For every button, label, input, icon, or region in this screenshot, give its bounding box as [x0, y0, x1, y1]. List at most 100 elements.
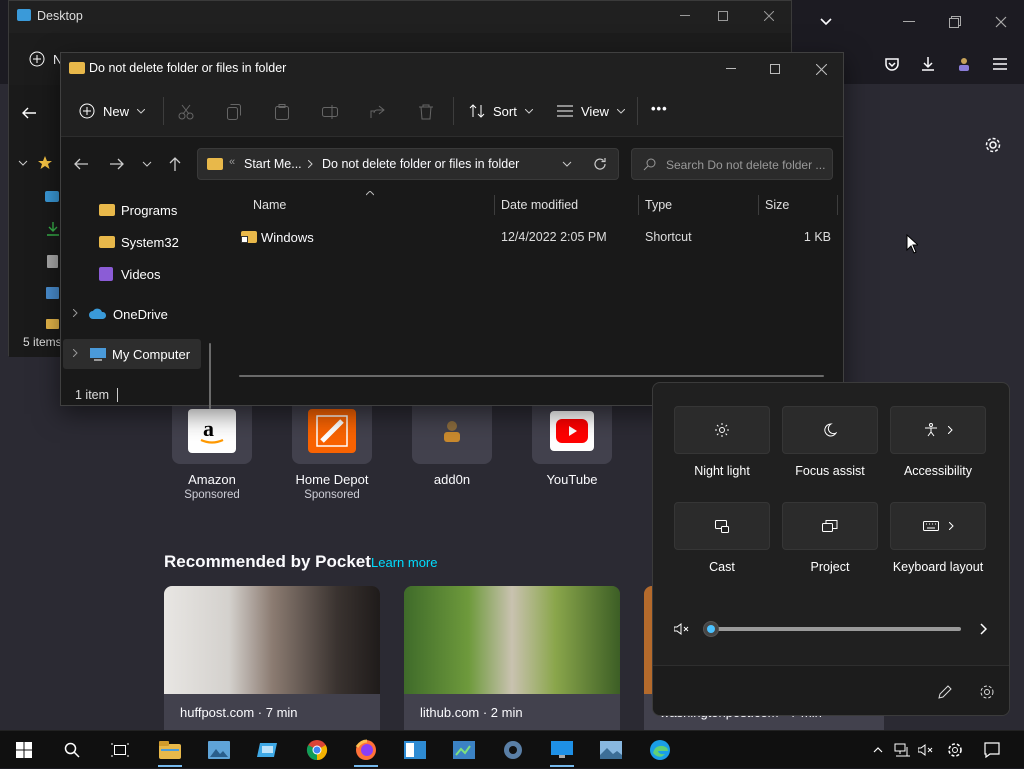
share-icon[interactable] [367, 101, 389, 123]
gear-icon[interactable] [980, 132, 1006, 158]
column-divider[interactable] [758, 195, 759, 215]
up-icon[interactable] [165, 155, 185, 173]
keyboard-layout-toggle[interactable] [890, 502, 986, 550]
column-header-date[interactable]: Date modified [501, 189, 578, 221]
maximize-icon[interactable] [763, 57, 787, 81]
more-options-button[interactable]: ••• [651, 101, 668, 116]
back-icon[interactable] [21, 105, 37, 121]
volume-slider-thumb[interactable] [703, 621, 719, 637]
task-view-button[interactable] [100, 731, 140, 769]
taskbar-app-desktop[interactable] [542, 731, 582, 769]
title-bar[interactable]: Do not delete folder or files in folder [61, 53, 843, 85]
breadcrumb-item[interactable]: Start Me... [244, 157, 302, 171]
taskbar-app-edge[interactable] [640, 731, 680, 769]
restore-icon[interactable] [941, 8, 969, 36]
column-header-type[interactable]: Type [645, 189, 672, 221]
cast-button[interactable] [674, 502, 770, 550]
column-header-name[interactable]: Name [253, 189, 286, 221]
view-button[interactable]: View [557, 95, 625, 127]
nav-item-system32[interactable]: System32 [99, 226, 179, 258]
chevron-down-icon[interactable] [560, 157, 574, 171]
project-button[interactable] [782, 502, 878, 550]
breadcrumb-item[interactable]: Do not delete folder or files in folder [322, 157, 519, 171]
volume-mute-icon[interactable] [673, 621, 691, 637]
show-hidden-icons-button[interactable] [866, 731, 890, 769]
chevron-down-icon[interactable] [17, 157, 29, 169]
settings-icon[interactable] [977, 682, 997, 702]
downloads-icon[interactable] [914, 50, 942, 78]
close-icon[interactable] [809, 57, 833, 81]
minimize-icon[interactable] [673, 5, 697, 27]
column-divider[interactable] [638, 195, 639, 215]
refresh-icon[interactable] [592, 156, 608, 172]
divider [453, 97, 454, 125]
volume-button[interactable] [914, 731, 938, 769]
column-divider[interactable] [494, 195, 495, 215]
accessibility-toggle[interactable] [890, 406, 986, 454]
back-icon[interactable] [71, 155, 91, 173]
minimize-icon[interactable] [719, 57, 743, 81]
menu-icon[interactable] [986, 50, 1014, 78]
column-divider[interactable] [837, 195, 838, 215]
taskbar-app-remote-desktop[interactable] [248, 731, 288, 769]
address-bar[interactable]: « Start Me... Do not delete folder or fi… [197, 148, 619, 180]
maximize-icon[interactable] [711, 5, 735, 27]
rename-icon[interactable] [319, 101, 341, 123]
shortcut-home-depot[interactable]: Home Depot Sponsored [292, 398, 372, 501]
volume-slider-track[interactable] [711, 627, 961, 631]
nav-item-onedrive[interactable]: OneDrive [89, 298, 168, 330]
nav-item-my-computer[interactable]: My Computer [89, 338, 190, 370]
shortcut-amazon[interactable]: a Amazon Sponsored [172, 398, 252, 501]
pocket-card[interactable]: huffpost.com · 7 min [164, 586, 380, 732]
cut-icon[interactable] [175, 101, 197, 123]
chevron-right-icon[interactable] [69, 307, 81, 319]
search-button[interactable] [52, 731, 92, 769]
close-icon[interactable] [987, 8, 1015, 36]
nav-item-programs[interactable]: Programs [99, 194, 177, 226]
taskbar-app-control-panel[interactable] [444, 731, 484, 769]
file-explorer-window[interactable]: Do not delete folder or files in folder … [60, 52, 844, 409]
add-icon[interactable] [27, 49, 47, 69]
nav-scrollbar[interactable] [209, 343, 211, 409]
pocket-icon[interactable] [878, 50, 906, 78]
nav-item-videos[interactable]: Videos [99, 258, 161, 290]
paste-icon[interactable] [271, 101, 293, 123]
list-all-tabs-icon[interactable] [812, 8, 840, 36]
extension-icon[interactable] [950, 50, 978, 78]
shortcut-title: Amazon [188, 472, 236, 487]
minimize-icon[interactable] [895, 8, 923, 36]
edit-icon[interactable] [935, 682, 955, 702]
start-button[interactable] [4, 731, 44, 769]
night-light-toggle[interactable] [674, 406, 770, 454]
taskbar-app-photos[interactable] [199, 731, 239, 769]
forward-icon[interactable] [107, 155, 127, 173]
chevron-right-icon[interactable] [69, 347, 81, 359]
taskbar-app-firefox[interactable] [346, 731, 386, 769]
shortcut-add0n[interactable]: add0n [412, 398, 492, 487]
sort-button[interactable]: Sort [469, 95, 533, 127]
search-input[interactable]: Search Do not delete folder ... [666, 158, 825, 172]
breadcrumb-overflow[interactable]: « [229, 156, 235, 168]
taskbar-app-generic[interactable] [395, 731, 435, 769]
taskbar-app-chrome[interactable] [297, 731, 337, 769]
copy-icon[interactable] [223, 101, 245, 123]
delete-icon[interactable] [415, 101, 437, 123]
search-box[interactable]: Search Do not delete folder ... [631, 148, 833, 180]
focus-assist-toggle[interactable] [782, 406, 878, 454]
close-icon[interactable] [757, 5, 781, 27]
pocket-card[interactable]: lithub.com · 2 min [404, 586, 620, 732]
recent-locations-icon[interactable] [139, 155, 155, 173]
notifications-button[interactable] [978, 731, 1006, 769]
new-button[interactable]: New [79, 95, 146, 127]
shortcut-youtube[interactable]: YouTube [532, 398, 612, 487]
network-button[interactable] [890, 731, 914, 769]
column-header-size[interactable]: Size [765, 189, 789, 221]
table-row[interactable]: Windows 12/4/2022 2:05 PM Shortcut 1 KB [231, 221, 837, 253]
taskbar-app-settings[interactable] [493, 731, 533, 769]
chevron-right-icon[interactable] [975, 621, 991, 637]
learn-more-link[interactable]: Learn more [371, 555, 437, 570]
horizontal-scrollbar[interactable] [239, 375, 824, 377]
settings-button[interactable] [942, 731, 968, 769]
taskbar-app-file-explorer[interactable] [150, 731, 190, 769]
taskbar-app-image-viewer[interactable] [591, 731, 631, 769]
